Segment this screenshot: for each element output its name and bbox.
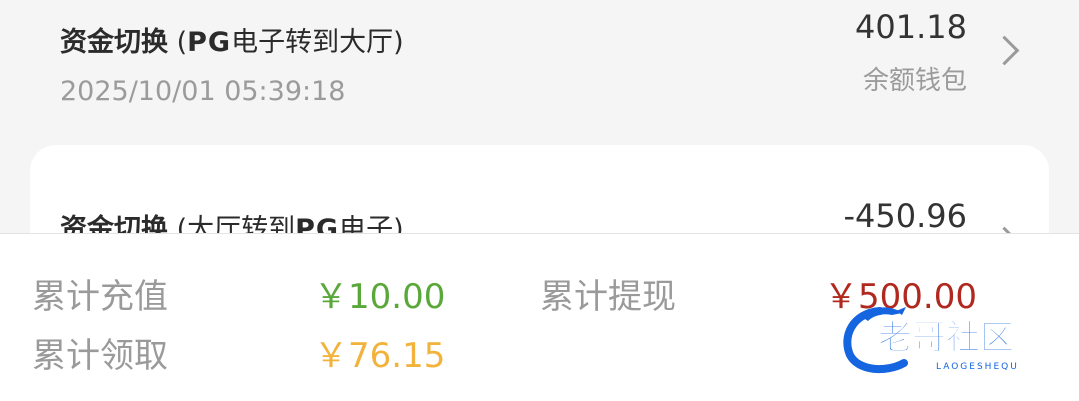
watermark-subtext: LAOGESHEQU bbox=[936, 362, 1019, 372]
record-wallet: 余额钱包 bbox=[862, 66, 967, 96]
chevron-right-icon[interactable] bbox=[989, 35, 1020, 66]
record-amount: 401.18 bbox=[855, 8, 967, 46]
record-direction-rest: 电子转到大厅) bbox=[231, 27, 404, 58]
record-date: 2025/10/01 05:39:18 bbox=[60, 76, 346, 107]
record-direction-open: ( bbox=[168, 27, 188, 58]
total-recharge-label: 累计充值 bbox=[32, 277, 168, 317]
record-title: 资金切换 (PG电子转到大厅) bbox=[60, 20, 404, 59]
record-amount: -450.96 bbox=[843, 197, 967, 235]
pg-game-label: PG bbox=[187, 27, 232, 58]
record-type: 资金切换 bbox=[60, 27, 168, 58]
total-recharge-value: ￥10.00 bbox=[314, 277, 446, 317]
total-withdraw-label: 累计提现 bbox=[540, 277, 676, 317]
watermark-logo: 老哥社区 LAOGESHEQU bbox=[843, 307, 1019, 374]
total-claim-value: ￥76.15 bbox=[314, 336, 446, 376]
total-claim-label: 累计领取 bbox=[32, 336, 168, 376]
transaction-record[interactable]: 资金切换 (PG电子转到大厅) 2025/10/01 05:39:18 401.… bbox=[0, 0, 1079, 145]
watermark-text: 老哥社区 bbox=[878, 318, 1014, 358]
